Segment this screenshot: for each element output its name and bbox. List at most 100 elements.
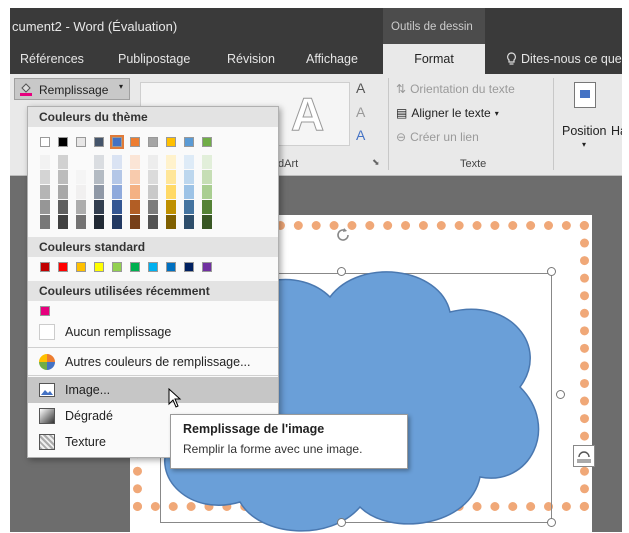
theme-shade-swatch[interactable] [148, 185, 158, 199]
menu-item-label: Texture [65, 435, 106, 449]
theme-shade-swatch[interactable] [112, 215, 122, 229]
standard-color-swatch[interactable] [166, 262, 176, 272]
theme-shade-swatch[interactable] [166, 185, 176, 199]
tab-format[interactable]: Format [383, 44, 485, 74]
theme-shade-swatch[interactable] [202, 215, 212, 229]
aligner-button[interactable]: ▤ Aligner le texte ▾ [396, 106, 499, 120]
theme-shade-swatch[interactable] [76, 170, 86, 184]
resize-handle-bottom-right[interactable] [547, 518, 556, 527]
theme-shade-swatch[interactable] [40, 185, 50, 199]
theme-color-swatch[interactable] [130, 137, 140, 147]
resize-handle-top[interactable] [337, 267, 346, 276]
theme-color-swatch[interactable] [202, 137, 212, 147]
theme-shade-swatch[interactable] [40, 215, 50, 229]
theme-color-swatch[interactable] [184, 137, 194, 147]
theme-color-swatch[interactable] [40, 137, 50, 147]
standard-color-swatch[interactable] [184, 262, 194, 272]
resize-handle-bottom[interactable] [337, 518, 346, 527]
tell-me-box[interactable]: Dites-nous ce que [506, 52, 622, 66]
standard-color-swatch[interactable] [94, 262, 104, 272]
theme-shade-swatch[interactable] [202, 170, 212, 184]
resize-handle-top-right[interactable] [547, 267, 556, 276]
theme-shade-swatch[interactable] [202, 185, 212, 199]
theme-shade-swatch[interactable] [130, 200, 140, 214]
theme-color-swatch[interactable] [148, 137, 158, 147]
theme-shade-swatch[interactable] [148, 155, 158, 169]
standard-color-swatch[interactable] [40, 262, 50, 272]
habillage-label[interactable]: Ha [611, 124, 622, 138]
theme-shade-swatch[interactable] [76, 185, 86, 199]
resize-handle-right[interactable] [556, 390, 565, 399]
text-effects-button[interactable]: A [356, 127, 365, 143]
theme-shade-swatch[interactable] [184, 155, 194, 169]
text-fill-button[interactable]: A [356, 80, 365, 96]
theme-shade-swatch[interactable] [184, 170, 194, 184]
theme-color-swatch[interactable] [76, 137, 86, 147]
standard-color-swatch[interactable] [202, 262, 212, 272]
theme-shade-swatch[interactable] [40, 155, 50, 169]
recent-color-swatch[interactable] [40, 306, 50, 316]
standard-color-swatch[interactable] [76, 262, 86, 272]
theme-shade-swatch[interactable] [130, 185, 140, 199]
theme-shade-swatch[interactable] [148, 200, 158, 214]
theme-shade-swatch[interactable] [76, 200, 86, 214]
theme-shade-swatch[interactable] [94, 155, 104, 169]
menu-item-aucun-remplissage[interactable]: Aucun remplissage [28, 319, 278, 345]
standard-color-swatch[interactable] [112, 262, 122, 272]
theme-shade-swatch[interactable] [58, 170, 68, 184]
theme-shade-swatch[interactable] [130, 155, 140, 169]
theme-shade-swatch[interactable] [94, 200, 104, 214]
theme-shade-swatch[interactable] [166, 155, 176, 169]
theme-color-swatch[interactable] [166, 137, 176, 147]
tab-revision[interactable]: Révision [227, 52, 275, 66]
standard-color-swatch[interactable] [148, 262, 158, 272]
theme-shade-swatch[interactable] [148, 170, 158, 184]
remplissage-button[interactable]: Remplissage ▾ [14, 78, 130, 100]
theme-shade-swatch[interactable] [184, 185, 194, 199]
theme-shade-swatch[interactable] [130, 170, 140, 184]
menu-item-autres-couleurs[interactable]: Autres couleurs de remplissage... [28, 349, 278, 375]
theme-shade-swatch[interactable] [40, 200, 50, 214]
standard-color-swatch[interactable] [58, 262, 68, 272]
theme-shade-swatch[interactable] [94, 185, 104, 199]
theme-shade-swatch[interactable] [94, 215, 104, 229]
theme-shade-swatch[interactable] [58, 185, 68, 199]
theme-shade-swatch[interactable] [130, 215, 140, 229]
theme-shade-swatch[interactable] [166, 170, 176, 184]
theme-shade-swatch[interactable] [184, 215, 194, 229]
layout-options-icon[interactable] [573, 445, 595, 467]
theme-shade-swatch[interactable] [40, 170, 50, 184]
text-outline-button[interactable]: A [356, 104, 365, 120]
theme-shade-swatch[interactable] [94, 170, 104, 184]
theme-shade-swatch[interactable] [58, 215, 68, 229]
tab-affichage[interactable]: Affichage [306, 52, 358, 66]
tab-references[interactable]: Références [20, 52, 84, 66]
theme-shade-swatch[interactable] [148, 215, 158, 229]
theme-color-swatch[interactable] [58, 137, 68, 147]
theme-shade-swatch[interactable] [166, 200, 176, 214]
tab-publipostage[interactable]: Publipostage [118, 52, 190, 66]
theme-shade-swatch[interactable] [202, 155, 212, 169]
wordart-style-sample[interactable]: A [290, 87, 324, 141]
theme-shade-swatch[interactable] [112, 185, 122, 199]
theme-shade-swatch[interactable] [58, 155, 68, 169]
theme-shade-swatch[interactable] [166, 215, 176, 229]
theme-color-swatch[interactable] [110, 135, 124, 149]
lien-button[interactable]: ⊖ Créer un lien [396, 130, 479, 144]
menu-item-image[interactable]: Image... [28, 377, 278, 403]
theme-shade-swatch[interactable] [202, 200, 212, 214]
theme-shade-swatch[interactable] [76, 215, 86, 229]
theme-shade-swatch[interactable] [58, 200, 68, 214]
position-button[interactable]: Position ▾ [562, 80, 622, 164]
theme-shade-swatch[interactable] [184, 200, 194, 214]
theme-shade-swatch[interactable] [112, 170, 122, 184]
standard-color-swatch[interactable] [130, 262, 140, 272]
orientation-button[interactable]: ⇅ Orientation du texte [396, 82, 515, 96]
dialog-launcher-icon[interactable]: ⬊ [372, 157, 380, 168]
theme-color-swatch[interactable] [94, 137, 104, 147]
theme-shade-swatch[interactable] [76, 155, 86, 169]
theme-shade-swatch[interactable] [112, 200, 122, 214]
texture-icon [38, 433, 56, 451]
rotate-handle-icon[interactable] [333, 225, 353, 245]
theme-shade-swatch[interactable] [112, 155, 122, 169]
